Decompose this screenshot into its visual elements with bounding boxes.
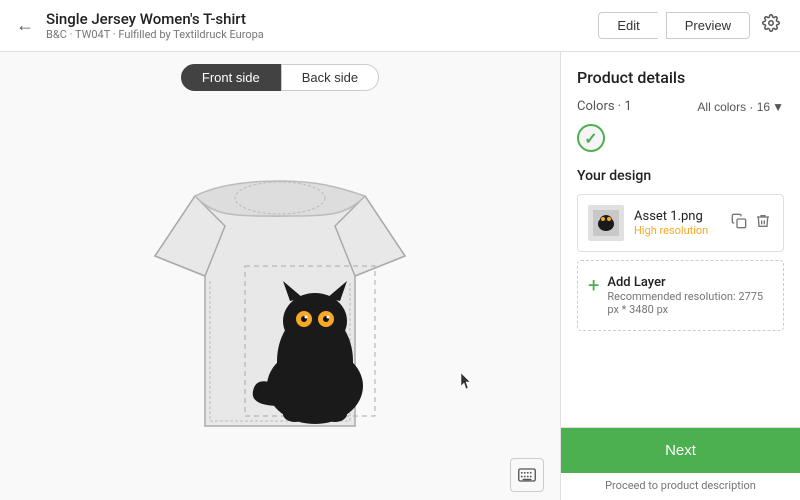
add-layer-card[interactable]: + Add Layer Recommended resolution: 2775… bbox=[577, 260, 784, 331]
delete-asset-button[interactable] bbox=[753, 211, 773, 236]
side-tabs: Front side Back side bbox=[181, 64, 379, 91]
all-colors-button[interactable]: All colors · 16 ▼ bbox=[697, 100, 784, 114]
canvas-area: Front side Back side bbox=[0, 52, 560, 500]
your-design-title: Your design bbox=[577, 168, 784, 184]
chevron-down-icon: ▼ bbox=[772, 100, 784, 114]
copy-asset-button[interactable] bbox=[729, 211, 749, 236]
trash-icon bbox=[755, 213, 771, 229]
gear-icon bbox=[762, 14, 780, 32]
panel-title: Product details bbox=[577, 68, 784, 87]
product-title: Single Jersey Women's T-shirt bbox=[46, 10, 598, 28]
copy-icon bbox=[731, 213, 747, 229]
all-colors-label: All colors · 16 bbox=[697, 100, 770, 114]
panel-footer: Next Proceed to product description bbox=[561, 427, 800, 500]
asset-info: Asset 1.png High resolution bbox=[634, 209, 719, 237]
asset-status: High resolution bbox=[634, 224, 719, 237]
back-button[interactable]: ← bbox=[16, 15, 34, 36]
add-layer-text: Add Layer Recommended resolution: 2775 p… bbox=[607, 275, 773, 316]
asset-card: Asset 1.png High resolution bbox=[577, 194, 784, 252]
settings-button[interactable] bbox=[758, 10, 784, 41]
canvas-bottom-bar bbox=[0, 450, 560, 500]
asset-thumb-preview bbox=[591, 208, 621, 238]
header-actions: Edit Preview bbox=[598, 10, 784, 41]
asset-name: Asset 1.png bbox=[634, 209, 719, 224]
add-layer-plus-icon: + bbox=[588, 275, 599, 295]
proceed-text: Proceed to product description bbox=[561, 473, 800, 500]
product-subtitle: B&C · TW04T · Fulfilled by Textildruck E… bbox=[46, 28, 598, 41]
tshirt-preview bbox=[135, 136, 425, 456]
asset-actions bbox=[729, 211, 773, 236]
tshirt-container bbox=[135, 91, 425, 500]
colors-label: Colors · 1 bbox=[577, 99, 632, 114]
header: ← Single Jersey Women's T-shirt B&C · TW… bbox=[0, 0, 800, 52]
selected-checkmark: ✓ bbox=[584, 129, 597, 148]
tshirt-svg bbox=[135, 136, 425, 456]
keyboard-button[interactable] bbox=[510, 458, 544, 492]
edit-button[interactable]: Edit bbox=[598, 12, 657, 39]
add-layer-label: Add Layer bbox=[607, 275, 773, 290]
main-layout: Front side Back side bbox=[0, 52, 800, 500]
panel-content: Product details Colors · 1 All colors · … bbox=[561, 52, 800, 427]
back-side-tab[interactable]: Back side bbox=[281, 64, 379, 91]
front-side-tab[interactable]: Front side bbox=[181, 64, 281, 91]
add-layer-recommendation: Recommended resolution: 2775 px * 3480 p… bbox=[607, 290, 773, 316]
colors-row: Colors · 1 All colors · 16 ▼ bbox=[577, 99, 784, 114]
cursor bbox=[460, 372, 470, 388]
asset-thumbnail bbox=[588, 205, 624, 241]
next-button[interactable]: Next bbox=[561, 428, 800, 473]
keyboard-icon bbox=[518, 468, 536, 482]
title-group: Single Jersey Women's T-shirt B&C · TW04… bbox=[46, 10, 598, 41]
color-swatch-white[interactable]: ✓ bbox=[577, 124, 605, 152]
preview-button[interactable]: Preview bbox=[666, 12, 750, 39]
right-panel: Product details Colors · 1 All colors · … bbox=[560, 52, 800, 500]
color-swatch-row: ✓ bbox=[577, 124, 784, 152]
